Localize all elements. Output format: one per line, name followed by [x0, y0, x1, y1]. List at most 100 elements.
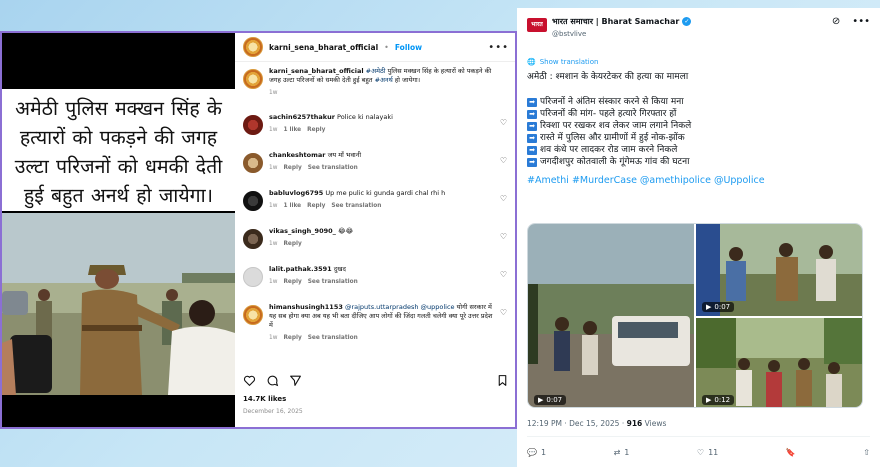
- x-post: भारत भारत समाचार | Bharat Samachar ✓ @bs…: [517, 8, 880, 467]
- bookmark-icon: 🔖: [785, 448, 796, 457]
- like-heart-icon[interactable]: [243, 374, 256, 387]
- post-date: December 16, 2025: [243, 408, 303, 415]
- reply-button[interactable]: 💬 1: [527, 448, 546, 457]
- headline: अमेठी : श्मशान के केयरटेकर की हत्या का म…: [527, 72, 689, 82]
- comment-username[interactable]: babluvlog6795: [269, 189, 323, 197]
- comment-time: 1w: [269, 279, 278, 285]
- comment-username[interactable]: sachin6257thakur: [269, 113, 335, 121]
- caption-hashtag-2[interactable]: #अनर्थ: [375, 76, 393, 84]
- separator-dot: •: [384, 42, 389, 52]
- avatar[interactable]: [243, 37, 263, 57]
- username-link[interactable]: karni_sena_bharat_official: [269, 43, 378, 52]
- share-button[interactable]: ⇧: [863, 448, 870, 457]
- avatar[interactable]: [243, 191, 263, 211]
- show-translation-link[interactable]: 🌐 Show translation: [527, 58, 870, 66]
- post-meta: 12:19 PM · Dec 15, 2025 · 916 Views: [527, 419, 666, 428]
- arrow-right-icon: ➡: [527, 133, 537, 143]
- like-button[interactable]: ♡ 11: [697, 448, 718, 457]
- avatar[interactable]: [243, 305, 263, 325]
- caption-username[interactable]: karni_sena_bharat_official: [269, 67, 364, 75]
- see-translation-link[interactable]: See translation: [308, 164, 358, 173]
- list-item: ➡ जगदीशपुर कोतवाली के गूंगेमऊ गांव की घटन…: [527, 156, 870, 168]
- comment-username[interactable]: himanshusingh1153: [269, 303, 343, 311]
- post-side-panel: karni_sena_bharat_official • Follow ••• …: [235, 33, 515, 427]
- likes-count[interactable]: 14.7K likes: [243, 395, 286, 403]
- comment-mentions[interactable]: @rajputs.uttarpradesh @uppolice: [345, 303, 455, 311]
- video-scene: [528, 224, 694, 407]
- heart-icon[interactable]: ♡: [500, 156, 507, 165]
- heart-icon[interactable]: ♡: [500, 194, 507, 203]
- list-item: ➡ शव कंधे पर लादकर रोड जाम करने निकले: [527, 144, 870, 156]
- duration-text: 0:12: [714, 396, 731, 404]
- grok-icon[interactable]: ⊘: [832, 16, 840, 27]
- arrow-right-icon: ➡: [527, 157, 537, 167]
- comment-username[interactable]: vikas_singh_9090_: [269, 227, 336, 235]
- video-thumbnail[interactable]: ▶ 0:12: [696, 318, 862, 407]
- list-item-text: जगदीशपुर कोतवाली के गूंगेमऊ गांव की घटना: [540, 157, 690, 167]
- bookmark-button[interactable]: 🔖: [786, 448, 796, 457]
- heart-icon[interactable]: ♡: [500, 118, 507, 127]
- reply-button[interactable]: Reply: [283, 278, 301, 287]
- heart-icon[interactable]: ♡: [500, 308, 507, 317]
- play-icon: ▶: [538, 396, 544, 404]
- reply-button[interactable]: Reply: [283, 240, 301, 249]
- follow-button[interactable]: Follow: [395, 43, 422, 52]
- repost-button[interactable]: ⇄ 1: [614, 448, 630, 457]
- see-translation-link[interactable]: See translation: [308, 334, 358, 343]
- divider: [527, 436, 870, 437]
- post-media[interactable]: अमेठी पुलिस मक्खन सिंह के हत्यारों को पक…: [2, 33, 235, 427]
- reply-button[interactable]: Reply: [283, 164, 301, 173]
- see-translation-link[interactable]: See translation: [331, 202, 381, 211]
- heart-icon: ♡: [696, 448, 705, 457]
- like-count: 11: [708, 448, 719, 457]
- play-icon: ▶: [706, 303, 712, 311]
- comment-text: दुखद: [333, 265, 347, 273]
- list-item-text: परिजनों ने अंतिम संस्कार करने से किया मन…: [540, 97, 684, 107]
- caption-hashtag[interactable]: #अमेठी: [366, 67, 386, 75]
- more-options-icon[interactable]: •••: [488, 42, 509, 53]
- see-translation-link[interactable]: See translation: [308, 278, 358, 287]
- heart-icon[interactable]: ♡: [500, 232, 507, 241]
- display-name[interactable]: भारत समाचार | Bharat Samachar: [552, 16, 679, 27]
- post-actions: [243, 372, 509, 388]
- comment-likes[interactable]: 1 like: [283, 202, 301, 211]
- post-timestamp[interactable]: 12:19 PM · Dec 15, 2025 ·: [527, 419, 624, 428]
- post-caption: karni_sena_bharat_official #अमेठी पुलिस …: [235, 67, 515, 113]
- views-count: 916: [626, 419, 643, 428]
- comment-username[interactable]: chankeshtomar: [269, 151, 326, 159]
- reply-button[interactable]: Reply: [283, 334, 301, 343]
- avatar[interactable]: [243, 69, 263, 89]
- handle[interactable]: @bstvlive: [552, 30, 691, 38]
- reply-button[interactable]: Reply: [307, 126, 325, 135]
- channel-logo[interactable]: भारत: [527, 18, 547, 32]
- video-thumbnail[interactable]: ▶ 0:07: [696, 224, 862, 316]
- comment-text: जय माँ भवानी: [327, 151, 362, 159]
- comment-username[interactable]: lalit.pathak.3591: [269, 265, 332, 273]
- video-duration: ▶ 0:12: [702, 395, 735, 405]
- avatar[interactable]: [243, 229, 263, 249]
- post-header: karni_sena_bharat_official • Follow •••: [235, 33, 515, 62]
- overlay-caption-text: अमेठी पुलिस मक्खन सिंह के हत्यारों को पक…: [14, 97, 223, 207]
- avatar[interactable]: [243, 267, 263, 287]
- share-icon[interactable]: [289, 374, 302, 387]
- list-item-text: रिक्शा पर रखकर शव लेकर जाम लगाने निकले: [540, 121, 692, 131]
- views-label: Views: [644, 419, 667, 428]
- video-thumbnail[interactable]: ▶ 0:07: [528, 224, 694, 407]
- more-options-icon[interactable]: •••: [852, 16, 870, 27]
- comment-text: Police ki nalayaki: [337, 113, 393, 121]
- avatar[interactable]: [243, 153, 263, 173]
- list-item: ➡ परिजनों ने अंतिम संस्कार करने से किया म…: [527, 96, 870, 108]
- comment-likes[interactable]: 1 like: [283, 126, 301, 135]
- avatar[interactable]: [243, 115, 263, 135]
- comments-list[interactable]: karni_sena_bharat_official #अमेठी पुलिस …: [235, 67, 515, 393]
- heart-icon[interactable]: ♡: [500, 270, 507, 279]
- list-item: ➡ रिक्शा पर रखकर शव लेकर जाम लगाने निकले: [527, 120, 870, 132]
- engagement-bar: 💬 1 ⇄ 1 ♡ 11 🔖 ⇧: [527, 448, 870, 457]
- list-item: ➡ परिजनों की मांग- पहले हत्यारे गिरफ्तार …: [527, 108, 870, 120]
- hashtags[interactable]: #Amethi #MurderCase @amethipolice @Uppol…: [527, 175, 870, 187]
- comment-icon[interactable]: [266, 374, 279, 387]
- video-duration: ▶ 0:07: [702, 302, 735, 312]
- bookmark-icon[interactable]: [496, 374, 509, 387]
- reply-button[interactable]: Reply: [307, 202, 325, 211]
- duration-text: 0:07: [546, 396, 563, 404]
